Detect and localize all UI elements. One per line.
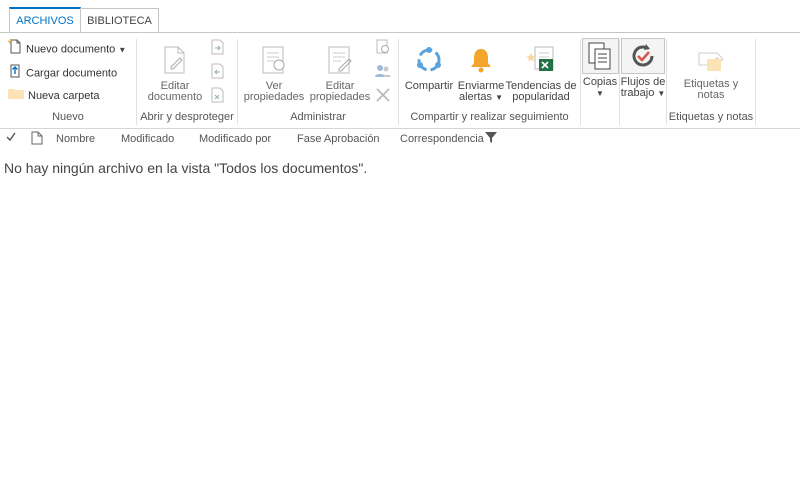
group-flujos: Flujos de trabajo ▼ — [620, 37, 666, 125]
tab-archivos[interactable]: ARCHIVOS — [9, 7, 81, 34]
group-label-administrar: Administrar — [290, 111, 346, 123]
nuevo-documento-label: Nuevo documento — [26, 43, 116, 56]
group-label-nuevo: Nuevo — [52, 111, 84, 123]
group-etiquetas: Etiquetas y notas Etiquetas y notas — [667, 37, 755, 125]
editar-documento-label-2: documento — [147, 91, 203, 103]
discard-check-out-icon[interactable] — [210, 87, 224, 106]
chevron-down-icon: ▼ — [596, 89, 604, 98]
copias-button[interactable]: Copias ▼ — [581, 41, 619, 99]
etiquetas-label-2: notas — [697, 89, 725, 101]
ver-propiedades-button[interactable]: Ver propiedades — [242, 45, 306, 103]
version-history-icon[interactable] — [375, 39, 391, 58]
nueva-carpeta-label: Nueva carpeta — [28, 90, 100, 102]
chevron-down-icon: ▼ — [495, 93, 503, 102]
popularity-trends-icon — [505, 45, 577, 78]
tendencias-label-2: popularidad — [512, 91, 570, 103]
document-type-icon[interactable] — [31, 131, 43, 148]
group-label-compartir: Compartir y realizar seguimiento — [410, 111, 569, 123]
copias-label: Copias — [582, 76, 618, 88]
copies-icon — [581, 41, 619, 74]
edit-properties-icon — [308, 45, 372, 78]
column-fase-aprobacion[interactable]: Fase Aprobación — [297, 133, 380, 145]
group-administrar: Ver propiedades Editar propiedades Admin… — [238, 37, 398, 125]
chevron-down-icon: ▼ — [118, 45, 127, 55]
group-abrir: Editar documento Abrir y desproteger — [137, 37, 237, 125]
share-icon — [401, 45, 457, 78]
column-modificado-por[interactable]: Modificado por — [199, 133, 271, 145]
chevron-down-icon: ▼ — [657, 89, 666, 98]
enviarme-alertas-button[interactable]: Enviarme alertas ▼ — [457, 45, 505, 103]
tab-biblioteca[interactable]: BIBLIOTECA — [80, 8, 159, 33]
nuevo-documento-button[interactable]: Nuevo documento ▼ — [7, 38, 127, 61]
tendencias-popularidad-button[interactable]: Tendencias de popularidad — [505, 45, 577, 103]
column-correspondencia[interactable]: Correspondencia — [400, 133, 484, 145]
group-compartir: Compartir Enviarme alertas ▼ Tendencias … — [399, 37, 580, 125]
folder-icon — [8, 86, 24, 106]
workflow-icon — [620, 41, 666, 74]
group-divider — [755, 39, 756, 125]
upload-icon — [8, 62, 22, 85]
select-all-checkmark-icon[interactable] — [6, 132, 16, 145]
ribbon-tabs: ARCHIVOS BIBLIOTECA — [0, 0, 800, 34]
ribbon: Nuevo documento ▼ Cargar documento Nueva… — [0, 33, 800, 129]
editar-propiedades-button[interactable]: Editar propiedades — [308, 45, 372, 103]
group-label-abrir: Abrir y desproteger — [140, 111, 234, 123]
flujos-trabajo-button[interactable]: Flujos de trabajo ▼ — [620, 41, 666, 99]
bell-icon — [457, 45, 505, 78]
tags-notes-icon — [671, 45, 751, 76]
cargar-documento-label: Cargar documento — [26, 67, 118, 80]
view-column-header: Nombre Modificado Modificado por Fase Ap… — [0, 131, 800, 151]
cargar-documento-button[interactable]: Cargar documento — [8, 62, 117, 82]
group-nuevo: Nuevo documento ▼ Cargar documento Nueva… — [0, 37, 136, 125]
empty-view-message: No hay ningún archivo en la vista "Todos… — [4, 160, 368, 176]
nueva-carpeta-button[interactable]: Nueva carpeta — [8, 86, 100, 106]
edit-document-icon — [145, 45, 205, 78]
view-properties-icon — [242, 45, 306, 78]
check-out-icon[interactable] — [210, 39, 224, 58]
new-document-icon — [7, 38, 22, 61]
ver-propiedades-label-2: propiedades — [243, 91, 305, 103]
etiquetas-notas-button[interactable]: Etiquetas y notas — [671, 45, 751, 101]
compartir-button[interactable]: Compartir — [401, 45, 457, 92]
column-modificado[interactable]: Modificado — [121, 133, 174, 145]
column-nombre[interactable]: Nombre — [56, 133, 95, 145]
shared-with-icon[interactable] — [375, 63, 391, 82]
check-in-icon[interactable] — [210, 63, 224, 82]
editar-propiedades-label-2: propiedades — [309, 91, 371, 103]
group-label-etiquetas: Etiquetas y notas — [668, 111, 754, 123]
delete-icon[interactable] — [375, 87, 391, 106]
flujos-label-2: trabajo — [620, 87, 655, 99]
editar-documento-button[interactable]: Editar documento — [145, 45, 205, 103]
group-copias: Copias ▼ — [581, 37, 619, 125]
enviarme-alertas-label-2: alertas — [458, 91, 493, 103]
compartir-label: Compartir — [404, 80, 454, 92]
filter-icon[interactable] — [485, 132, 497, 146]
